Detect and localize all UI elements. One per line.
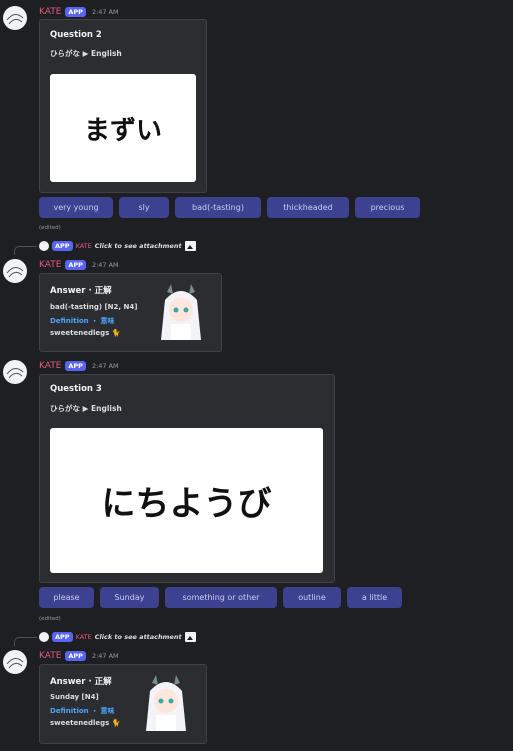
answer-embed: Answer · 正解 bad(-tasting) [N2, N4] Defin… [39, 273, 222, 352]
choice-button[interactable]: please [39, 587, 94, 608]
timestamp: 2:47 AM [91, 8, 119, 16]
avatar[interactable] [3, 259, 27, 283]
answer-word: Sunday [N4] [50, 693, 99, 701]
choice-button[interactable]: a little [347, 587, 402, 608]
author-name: KATE [75, 242, 92, 250]
character-thumbnail [138, 671, 194, 733]
author-name: KATE [75, 633, 92, 641]
answerer-name: sweetenedlegs 🐈 [50, 719, 121, 727]
answer-embed: Answer · 正解 Sunday [N4] Definition ・ 意味 … [39, 664, 207, 744]
answerer-name: sweetenedlegs 🐈 [50, 329, 121, 337]
choice-button[interactable]: thickheaded [267, 197, 349, 218]
app-badge: APP [52, 632, 73, 642]
app-badge: APP [52, 241, 73, 251]
question-embed: Question 3 ひらがな ▶ English にちようび [39, 374, 335, 583]
answer-title: Answer · 正解 [50, 286, 112, 296]
choice-button[interactable]: outline [283, 587, 341, 608]
reply-preview[interactable]: APP KATE Click to see attachment [39, 240, 196, 252]
question-embed: Question 2 ひらがな ▶ English まずい [39, 19, 207, 193]
question-word: にちようび [101, 484, 272, 524]
avatar [39, 632, 49, 642]
avatar[interactable] [3, 650, 27, 674]
reply-connector [14, 246, 37, 255]
definition-link[interactable]: Definition ・ 意味 [50, 316, 115, 326]
reply-text: Click to see attachment [94, 242, 182, 250]
author-name[interactable]: KATE [39, 260, 61, 270]
question-subtitle: ひらがな ▶ English [50, 49, 122, 58]
reply-connector [14, 637, 37, 646]
question-word-card[interactable]: にちようび [50, 428, 323, 573]
edited-label: (edited) [39, 616, 61, 622]
reply-preview[interactable]: APP KATE Click to see attachment [39, 631, 196, 643]
choice-button[interactable]: precious [355, 197, 420, 218]
message-header: KATE APP 2:47 AM [39, 5, 119, 19]
message-header: KATE APP 2:47 AM [39, 649, 119, 663]
timestamp: 2:47 AM [91, 362, 119, 370]
choice-button[interactable]: something or other [165, 587, 277, 608]
avatar [39, 241, 49, 251]
choice-button[interactable]: Sunday [100, 587, 159, 608]
app-badge: APP [65, 361, 86, 371]
app-badge: APP [65, 260, 86, 270]
timestamp: 2:47 AM [91, 652, 119, 660]
message-header: KATE APP 2:47 AM [39, 258, 119, 272]
choice-button[interactable]: very young [39, 197, 113, 218]
message-header: KATE APP 2:47 AM [39, 359, 119, 373]
app-badge: APP [65, 7, 86, 17]
answer-title: Answer · 正解 [50, 677, 112, 687]
choice-button[interactable]: sly [119, 197, 169, 218]
definition-link[interactable]: Definition ・ 意味 [50, 706, 115, 716]
author-name[interactable]: KATE [39, 7, 61, 17]
edited-label: (edited) [39, 225, 61, 231]
timestamp: 2:47 AM [91, 261, 119, 269]
character-thumbnail [153, 280, 209, 342]
question-subtitle: ひらがな ▶ English [50, 404, 122, 413]
image-icon [184, 632, 196, 642]
app-badge: APP [65, 651, 86, 661]
question-title: Question 2 [50, 30, 102, 40]
choice-button[interactable]: bad(-tasting) [175, 197, 261, 218]
image-icon [184, 241, 196, 251]
author-name[interactable]: KATE [39, 361, 61, 371]
question-title: Question 3 [50, 384, 102, 394]
reply-text: Click to see attachment [94, 633, 182, 641]
avatar[interactable] [3, 6, 27, 30]
answer-word: bad(-tasting) [N2, N4] [50, 303, 138, 311]
author-name[interactable]: KATE [39, 651, 61, 661]
question-word: まずい [83, 115, 162, 146]
question-word-card[interactable]: まずい [50, 74, 196, 182]
avatar[interactable] [3, 360, 27, 384]
